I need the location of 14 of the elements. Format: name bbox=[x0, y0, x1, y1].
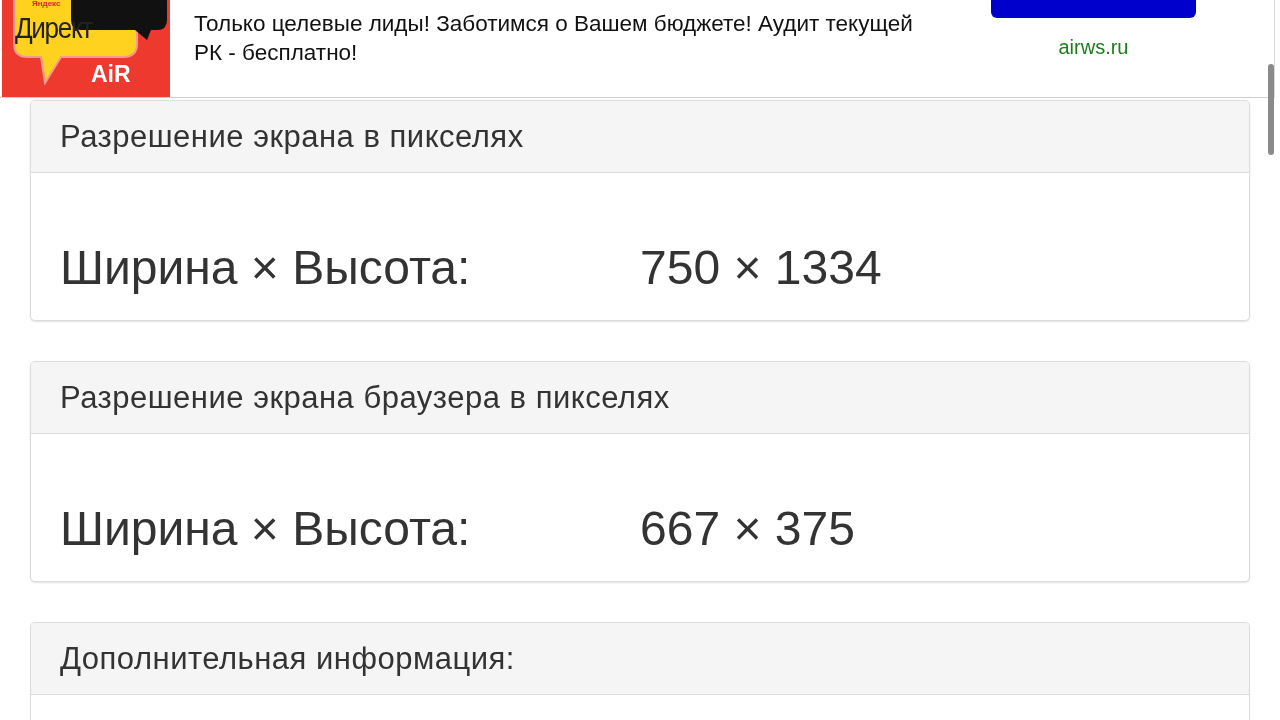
resolution-value: 750 × 1334 bbox=[640, 241, 883, 295]
ad-text: Только целевые лиды! Заботимся о Вашем бюджете! Аудит текущей РК - бесплатно! bbox=[194, 10, 914, 67]
logo-tag: AiR bbox=[91, 61, 131, 87]
logo-caption: Яндекс bbox=[32, 0, 61, 8]
panel-title: Разрешение экрана в пикселях bbox=[60, 118, 524, 155]
scrollbar-thumb[interactable] bbox=[1268, 64, 1274, 155]
speech-bubbles-icon bbox=[11, 0, 168, 85]
resolution-label: Ширина × Высота: bbox=[60, 502, 472, 556]
panel-title: Разрешение экрана браузера в пикселях bbox=[60, 379, 670, 416]
resolution-label: Ширина × Высота: bbox=[60, 241, 472, 295]
ad-button[interactable] bbox=[991, 0, 1196, 18]
ad-link[interactable]: airws.ru bbox=[1058, 35, 1129, 59]
panel-title: Дополнительная информация: bbox=[60, 640, 515, 677]
resolution-value: 667 × 375 bbox=[640, 502, 856, 556]
